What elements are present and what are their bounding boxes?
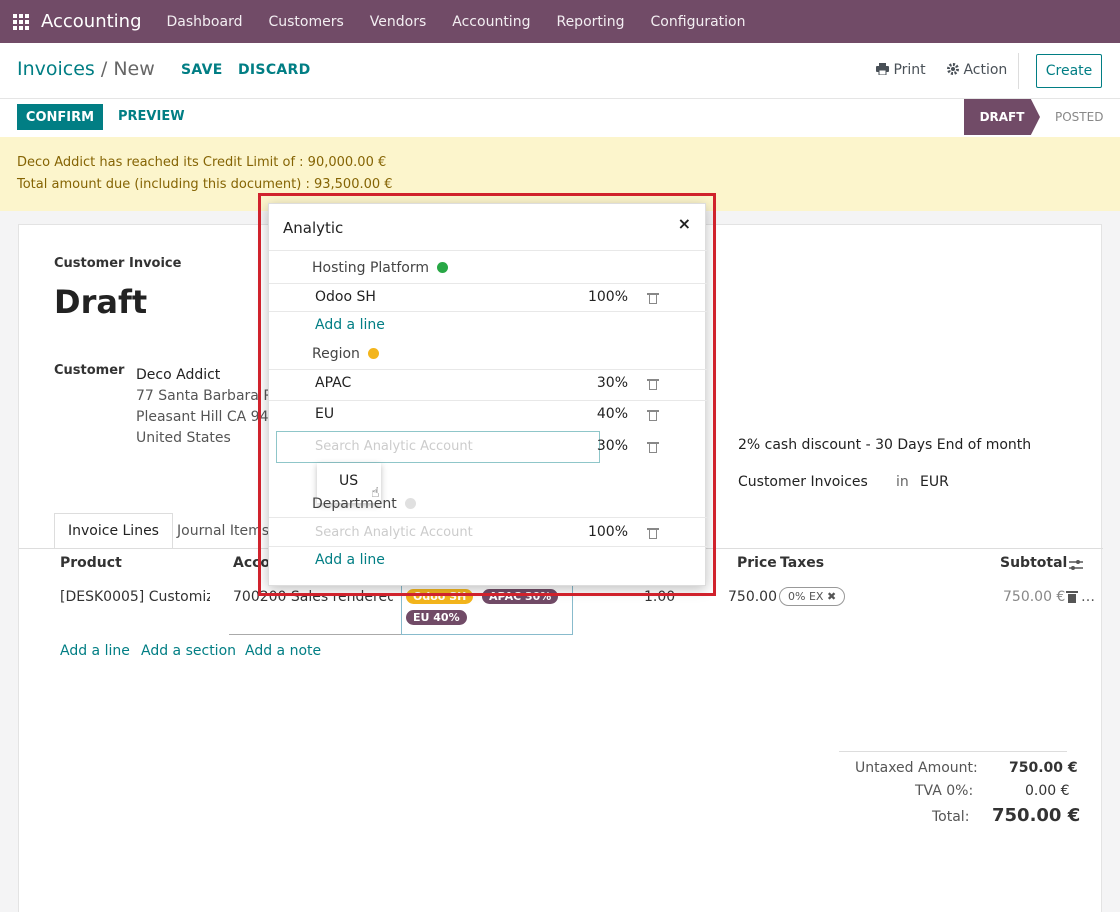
untaxed-amount-label: Untaxed Amount:	[855, 760, 978, 776]
column-header-taxes[interactable]: Taxes	[780, 555, 824, 571]
app-name[interactable]: Accounting	[41, 11, 142, 32]
line-product[interactable]: [DESK0005] Customizable Desk	[60, 589, 210, 605]
plan-department: Department	[312, 496, 416, 512]
add-line-link[interactable]: Add a line	[315, 552, 385, 568]
menu-item-dashboard[interactable]: Dashboard	[167, 14, 243, 30]
analytic-percent[interactable]: 100%	[588, 524, 628, 540]
search-placeholder[interactable]: Search Analytic Account	[315, 525, 473, 540]
save-button[interactable]: SAVE	[181, 62, 223, 78]
journal-field[interactable]: Customer Invoices	[738, 474, 868, 490]
optional-columns-icon[interactable]	[1069, 559, 1083, 571]
plan-region: Region	[312, 346, 379, 362]
divider	[1018, 53, 1019, 89]
top-navbar: Accounting Dashboard Customers Vendors A…	[0, 0, 1120, 43]
stage-posted[interactable]: POSTED	[1055, 110, 1103, 124]
search-placeholder: Search Analytic Account	[315, 439, 473, 454]
analytic-tag[interactable]: APAC 30%	[482, 589, 559, 604]
discard-button[interactable]: DISCARD	[238, 62, 311, 78]
status-dot-icon	[404, 498, 416, 509]
popup-title: Analytic	[283, 219, 344, 237]
trash-icon[interactable]	[647, 409, 659, 421]
stage-draft[interactable]: DRAFT	[964, 99, 1040, 135]
analytic-percent[interactable]: 30%	[597, 375, 628, 391]
invoice-status-title: Draft	[54, 283, 148, 321]
currency-field[interactable]: EUR	[920, 474, 949, 490]
close-icon[interactable]: ×	[678, 214, 691, 233]
tab-invoice-lines[interactable]: Invoice Lines	[54, 513, 173, 549]
menu-item-reporting[interactable]: Reporting	[556, 14, 624, 30]
line-subtotal: 750.00 €	[1003, 589, 1066, 605]
tax-value: 0.00 €	[1025, 783, 1070, 799]
status-dot-icon	[437, 262, 449, 273]
add-note-link[interactable]: Add a note	[245, 643, 321, 659]
more-icon[interactable]: …	[1081, 589, 1095, 605]
customer-label: Customer	[54, 363, 125, 378]
analytic-account[interactable]: APAC	[315, 375, 351, 391]
tax-tag[interactable]: 0% EX ✖	[779, 587, 846, 606]
analytic-percent[interactable]: 30%	[597, 438, 628, 454]
credit-limit-warning: Deco Addict has reached its Credit Limit…	[0, 137, 1120, 211]
apps-menu-icon[interactable]	[13, 13, 29, 30]
trash-icon[interactable]	[647, 292, 659, 304]
column-header-subtotal[interactable]: Subtotal	[1000, 555, 1067, 571]
printer-icon	[876, 63, 889, 76]
menu-item-accounting[interactable]: Accounting	[452, 14, 530, 30]
journal-in-label: in	[896, 474, 909, 490]
add-line-link[interactable]: Add a line	[60, 643, 130, 659]
confirm-button[interactable]: CONFIRM	[17, 104, 103, 130]
breadcrumb-invoices[interactable]: Invoices	[17, 58, 95, 80]
column-header-price[interactable]: Price	[737, 555, 777, 571]
plan-hosting-platform: Hosting Platform	[312, 260, 449, 276]
menu-item-customers[interactable]: Customers	[268, 14, 343, 30]
menu-item-configuration[interactable]: Configuration	[651, 14, 746, 30]
trash-icon[interactable]	[647, 378, 659, 390]
control-panel: Invoices / New SAVE DISCARD Print Action…	[0, 43, 1120, 99]
add-line-link[interactable]: Add a line	[315, 317, 385, 333]
breadcrumb: Invoices / New	[17, 58, 155, 80]
line-account[interactable]: 700200 Sales rendered	[233, 589, 393, 605]
tax-label: TVA 0%:	[915, 783, 974, 799]
analytic-account[interactable]: Odoo SH	[315, 289, 376, 305]
payment-terms-field[interactable]: 2% cash discount - 30 Days End of month	[738, 437, 1031, 453]
trash-icon[interactable]	[647, 527, 659, 539]
gear-icon	[947, 63, 959, 75]
line-price[interactable]: 750.00	[728, 589, 777, 605]
analytic-account[interactable]: EU	[315, 406, 334, 422]
tab-journal-items[interactable]: Journal Items	[164, 513, 282, 549]
analytic-tag[interactable]: EU 40%	[406, 610, 467, 625]
add-section-link[interactable]: Add a section	[141, 643, 236, 659]
line-quantity[interactable]: 1.00	[644, 589, 675, 605]
analytic-percent[interactable]: 100%	[588, 289, 628, 305]
remove-tag-icon[interactable]: ✖	[827, 590, 836, 603]
analytic-tag[interactable]: Odoo SH	[406, 589, 474, 604]
trash-icon[interactable]	[647, 441, 659, 453]
column-header-product[interactable]: Product	[60, 555, 122, 571]
trash-icon[interactable]	[1066, 590, 1078, 603]
print-button[interactable]: Print	[876, 62, 926, 78]
status-dot-icon	[367, 348, 379, 359]
analytic-percent[interactable]: 40%	[597, 406, 628, 422]
action-button[interactable]: Action	[947, 62, 1007, 78]
warning-line-total-due: Total amount due (including this documen…	[17, 177, 393, 192]
breadcrumb-current: New	[113, 58, 155, 80]
totals-divider	[839, 751, 1067, 752]
create-button[interactable]: Create	[1036, 54, 1102, 88]
analytic-popup: Analytic × Hosting Platform Odoo SH 100%…	[268, 203, 707, 586]
status-bar: CONFIRM PREVIEW DRAFT POSTED	[0, 99, 1120, 137]
invoice-type-label: Customer Invoice	[54, 256, 182, 271]
total-label: Total:	[932, 809, 970, 825]
main-menu: Dashboard Customers Vendors Accounting R…	[154, 14, 759, 30]
warning-line-credit-limit: Deco Addict has reached its Credit Limit…	[17, 155, 387, 170]
untaxed-amount-value: 750.00 €	[1009, 760, 1078, 776]
menu-item-vendors[interactable]: Vendors	[370, 14, 426, 30]
preview-button[interactable]: PREVIEW	[118, 109, 185, 124]
total-value: 750.00 €	[992, 805, 1081, 826]
